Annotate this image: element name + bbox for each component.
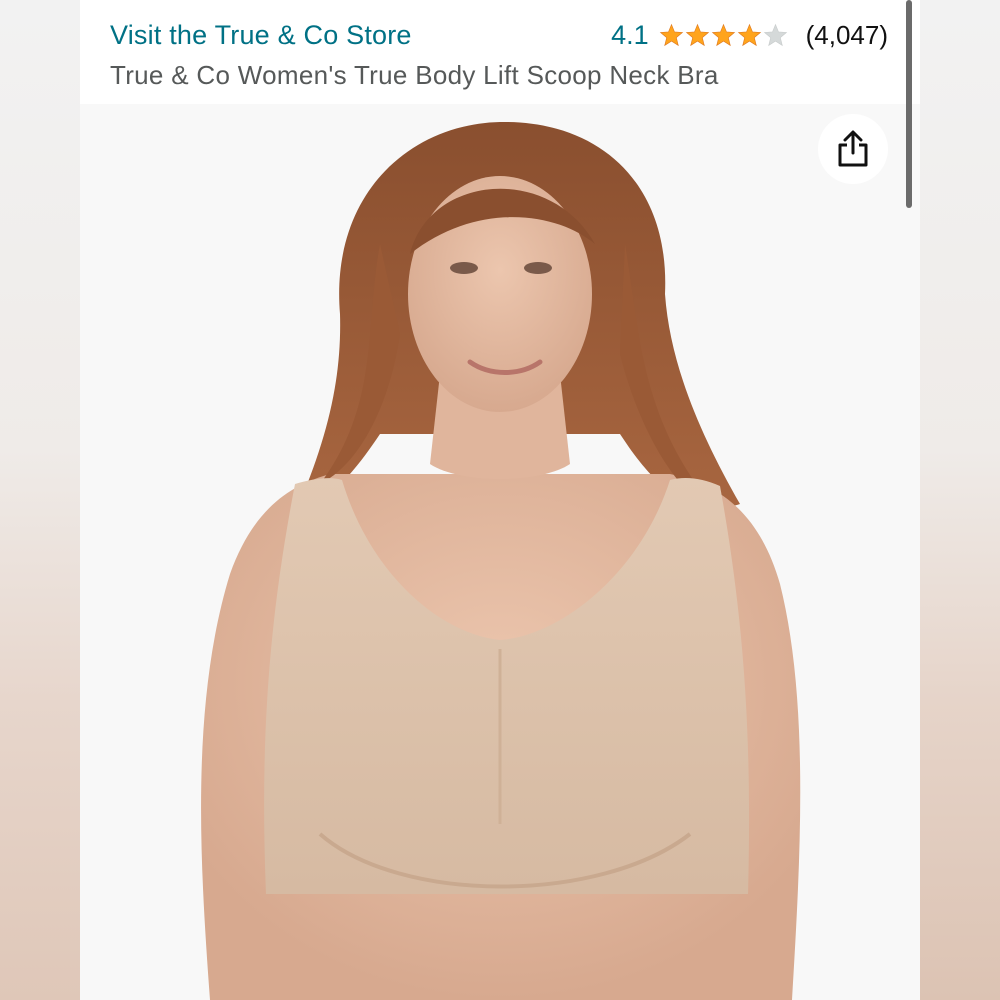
star-icon [659,23,683,47]
product-header: Visit the True & Co Store 4.1 (4,047) Tr… [80,0,920,104]
star-rating [659,23,788,48]
review-count[interactable]: (4,047) [806,20,888,51]
product-screen: Visit the True & Co Store 4.1 (4,047) Tr… [80,0,920,1000]
product-photo [201,121,801,1000]
store-link[interactable]: Visit the True & Co Store [110,20,412,51]
scrollbar[interactable] [906,0,912,208]
star-icon [711,23,735,47]
rating-summary[interactable]: 4.1 (4,047) [611,20,888,51]
star-icon [763,23,787,47]
background-blur-left [0,0,80,1000]
share-icon [838,130,868,167]
rating-value: 4.1 [611,20,649,50]
background-blur-right [920,0,1000,1000]
share-button[interactable] [818,114,888,184]
product-title: True & Co Women's True Body Lift Scoop N… [110,60,719,90]
product-image[interactable] [80,104,920,1000]
star-icon [685,23,709,47]
star-icon [737,23,761,47]
